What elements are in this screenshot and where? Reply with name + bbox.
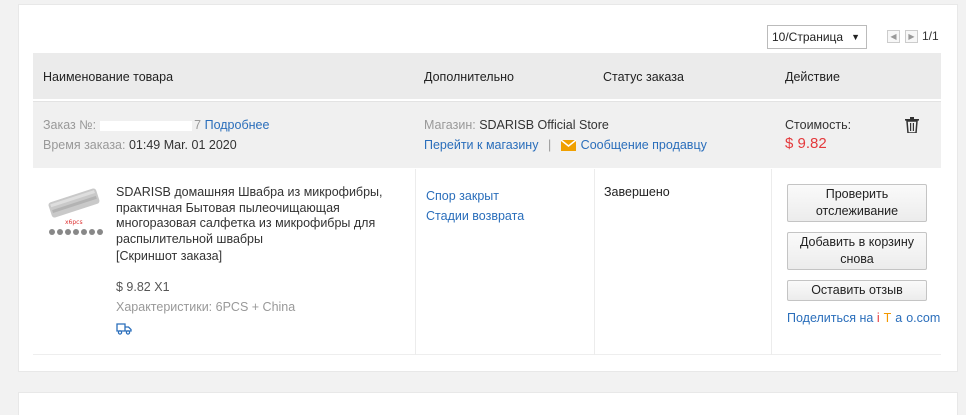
store-name: SDARISB Official Store: [479, 118, 609, 132]
product-title-line: практичная Бытовая пылеочищающая: [116, 200, 340, 215]
order-time-value: 01:49 Mar. 01 2020: [128, 138, 237, 152]
order-number-redacted: [100, 120, 193, 131]
order-status: Завершено: [604, 185, 670, 199]
itao-logo-letter: i: [876, 311, 880, 325]
specs-label: Характеристики:: [116, 300, 213, 314]
next-orders-panel: [18, 392, 958, 415]
itao-logo-letter: .com: [913, 311, 941, 325]
leave-review-button[interactable]: Оставить отзыв: [787, 280, 927, 301]
order-item-row: x6pcs SDARISB домашняя Швабра из микрофи…: [33, 169, 941, 355]
header-extra: Дополнительно: [424, 70, 514, 84]
dispute-closed-link[interactable]: Спор закрыт: [426, 189, 499, 203]
order-snapshot-link[interactable]: [Скриншот заказа]: [116, 249, 222, 263]
prev-page-button[interactable]: ◀: [887, 30, 900, 43]
button-label-line: Проверить: [825, 187, 889, 201]
triangle-right-icon: ▶: [908, 32, 915, 41]
share-itao-link[interactable]: Поделиться на i Ta o.com: [787, 311, 940, 325]
store-label: Магазин:: [424, 118, 476, 132]
column-divider: [415, 169, 416, 355]
cost-label: Стоимость:: [785, 118, 852, 132]
button-label-line: снова: [840, 252, 874, 266]
trash-icon[interactable]: [905, 117, 919, 136]
product-thumbnail[interactable]: x6pcs: [43, 181, 105, 243]
column-divider: [594, 169, 595, 355]
order-cost: $ 9.82: [785, 135, 827, 152]
chevron-down-icon: ▼: [851, 32, 860, 42]
column-divider: [771, 169, 772, 355]
header-status: Статус заказа: [603, 70, 684, 84]
triangle-left-icon: ◀: [890, 32, 897, 41]
product-title-line: многоразовая салфетка из микрофибры для: [116, 216, 376, 230]
table-header: Наименование товара Дополнительно Статус…: [33, 53, 941, 99]
message-seller-link[interactable]: Сообщение продавцу: [581, 138, 707, 152]
share-prefix: Поделиться на: [787, 311, 874, 325]
truck-icon: [116, 322, 132, 338]
envelope-icon: [560, 139, 577, 154]
next-page-button[interactable]: ▶: [905, 30, 918, 43]
header-action: Действие: [785, 70, 840, 84]
button-label-line: отслеживание: [815, 204, 899, 218]
page-count: 1/1: [922, 29, 939, 43]
itao-logo: i Ta o.com: [877, 311, 940, 325]
order-details-link[interactable]: Подробнее: [205, 118, 270, 132]
per-page-select[interactable]: 10/Страница ▼: [767, 25, 867, 49]
add-to-cart-again-button[interactable]: Добавить в корзину снова: [787, 232, 927, 270]
order-number-label: Заказ №:: [43, 118, 97, 132]
svg-text:x6pcs: x6pcs: [65, 219, 83, 226]
goto-store-link[interactable]: Перейти к магазину: [424, 138, 538, 152]
header-product: Наименование товара: [43, 70, 174, 84]
button-label: Оставить отзыв: [811, 283, 903, 297]
itao-logo-letter: T: [883, 311, 892, 325]
link-separator: |: [547, 138, 552, 152]
itao-logo-letter: a: [895, 311, 903, 325]
product-title-line: SDARISB домашняя Швабра из микрофибры,: [116, 185, 383, 199]
order-time-label: Время заказа:: [43, 138, 126, 152]
track-package-button[interactable]: Проверить отслеживание: [787, 184, 927, 222]
specs-value: 6PCS + China: [215, 300, 296, 314]
button-label-line: Добавить в корзину: [799, 235, 915, 249]
order-info-bar: Заказ №: 7 Подробнее Время заказа: 01:49 …: [33, 101, 941, 168]
product-title-line: распылительной швабры: [116, 231, 263, 246]
item-price-qty: $ 9.82 X1: [116, 280, 170, 294]
per-page-value: 10/Страница: [772, 30, 844, 44]
product-title[interactable]: SDARISB домашняя Швабра из микрофибры, п…: [116, 185, 383, 247]
order-number-suffix: 7: [194, 118, 202, 132]
return-stages-link[interactable]: Стадии возврата: [426, 209, 524, 223]
